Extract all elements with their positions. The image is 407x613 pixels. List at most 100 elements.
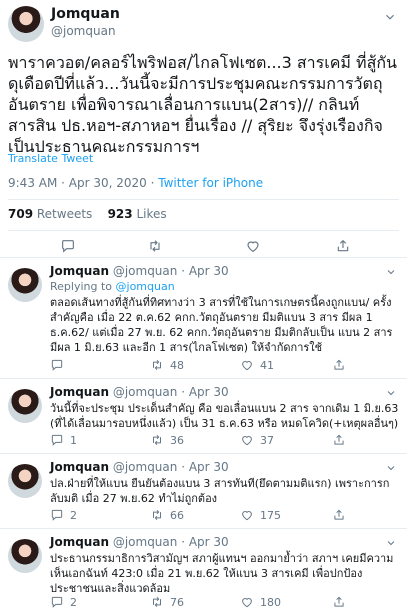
likes-stat[interactable]: 923 Likes: [108, 207, 167, 221]
heart-icon[interactable]: [245, 238, 261, 254]
reply-action[interactable]: [50, 358, 70, 372]
reply-header: Jomquan @jomquan · Apr 30: [50, 460, 229, 474]
share-icon[interactable]: [332, 358, 346, 372]
reply-tweet[interactable]: Jomquan @jomquan · Apr 30 ประธานกรรมาธิก…: [0, 529, 407, 613]
reply-tweet[interactable]: Jomquan @jomquan · Apr 30 วันนี้ที่จะประ…: [0, 379, 407, 454]
reply-action[interactable]: 2: [50, 508, 77, 522]
share-action[interactable]: [332, 595, 346, 609]
tweet-meta: 9:43 AM · Apr 30, 2020 · Twitter for iPh…: [8, 176, 263, 190]
replying-prefix: Replying to: [50, 280, 116, 293]
reply-actions: 2 76 180: [50, 595, 380, 611]
heart-icon[interactable]: [240, 358, 254, 372]
share-action[interactable]: [332, 433, 346, 447]
like-action[interactable]: 180: [240, 595, 281, 609]
like-action[interactable]: 175: [240, 508, 281, 522]
author-name[interactable]: Jomquan: [50, 264, 109, 278]
share-icon[interactable]: [332, 433, 346, 447]
retweet-icon[interactable]: [147, 238, 163, 254]
chevron-down-icon[interactable]: [385, 266, 397, 278]
retweets-label: Retweets: [33, 207, 93, 221]
heart-icon[interactable]: [240, 595, 254, 609]
chevron-down-icon[interactable]: [385, 537, 397, 549]
translate-tweet-link[interactable]: Translate Tweet: [8, 152, 93, 165]
chevron-down-icon[interactable]: [385, 387, 397, 399]
author-handle[interactable]: @jomquan: [51, 24, 116, 38]
reply-icon[interactable]: [50, 433, 64, 447]
reply-actions: 2 66 175: [50, 508, 380, 524]
tweet-date[interactable]: · Apr 30: [181, 460, 228, 474]
main-tweet-actions: [0, 236, 407, 256]
heart-icon[interactable]: [240, 508, 254, 522]
share-icon[interactable]: [332, 508, 346, 522]
tweet-thread: Jomquan @jomquan พาราควอต/คลอร์ไพริฟอส/ไ…: [0, 0, 407, 613]
retweet-action[interactable]: 76: [150, 595, 184, 609]
like-action[interactable]: 41: [240, 358, 274, 372]
reply-icon[interactable]: [50, 358, 64, 372]
replying-to: Replying to @jomquan: [50, 280, 175, 293]
author-name[interactable]: Jomquan: [50, 460, 109, 474]
retweet-action[interactable]: 48: [150, 358, 184, 372]
like-count: 41: [260, 358, 274, 372]
tweet-text: ปล.ฝ่ายที่ให้แบน ยืนยันต้องแบน 3 สารทันท…: [50, 477, 390, 505]
author-handle[interactable]: @jomquan: [113, 535, 178, 549]
tweet-text: วันนี้ที่จะประชุม ประเด็นสำคัญ คือ ขอเลื…: [50, 402, 399, 430]
reply-tweet[interactable]: Jomquan @jomquan · Apr 30 Replying to @j…: [0, 258, 407, 379]
retweet-count: 36: [170, 433, 184, 447]
avatar[interactable]: [8, 539, 42, 573]
retweet-icon[interactable]: [150, 358, 164, 372]
retweet-icon[interactable]: [150, 433, 164, 447]
avatar[interactable]: [8, 6, 44, 42]
reply-tweet[interactable]: Jomquan @jomquan · Apr 30 ปล.ฝ่ายที่ให้แ…: [0, 454, 407, 529]
author-handle[interactable]: @jomquan: [113, 264, 178, 278]
like-count: 175: [260, 508, 281, 522]
author-handle[interactable]: @jomquan: [113, 385, 178, 399]
chevron-down-icon[interactable]: [385, 462, 397, 474]
retweet-count: 76: [170, 595, 184, 609]
reply-icon[interactable]: [50, 595, 64, 609]
reply-count: 2: [70, 508, 77, 522]
retweet-action[interactable]: 36: [150, 433, 184, 447]
tweet-stats: 709 Retweets 923 Likes: [8, 207, 167, 221]
chevron-down-icon[interactable]: [383, 10, 397, 24]
share-icon[interactable]: [335, 238, 351, 254]
reply-header: Jomquan @jomquan · Apr 30: [50, 535, 229, 549]
heart-icon[interactable]: [240, 433, 254, 447]
replying-handle[interactable]: @jomquan: [116, 280, 175, 293]
like-count: 180: [260, 595, 281, 609]
tweet-date[interactable]: · Apr 30: [181, 264, 228, 278]
share-action[interactable]: [332, 358, 346, 372]
author-handle[interactable]: @jomquan: [113, 460, 178, 474]
tweet-source[interactable]: Twitter for iPhone: [158, 176, 263, 190]
reply-actions: 1 36 37: [50, 433, 380, 449]
reply-count: 1: [70, 433, 77, 447]
author-name[interactable]: Jomquan: [50, 385, 109, 399]
reply-action[interactable]: 1: [50, 433, 77, 447]
retweet-count: 66: [170, 508, 184, 522]
retweets-count: 709: [8, 207, 34, 221]
like-count: 37: [260, 433, 274, 447]
tweet-date[interactable]: · Apr 30: [181, 385, 228, 399]
retweet-count: 48: [170, 358, 184, 372]
share-icon[interactable]: [332, 595, 346, 609]
reply-icon[interactable]: [50, 508, 64, 522]
avatar[interactable]: [8, 464, 42, 498]
likes-label: Likes: [132, 207, 167, 221]
tweet-date[interactable]: · Apr 30: [181, 535, 228, 549]
retweet-icon[interactable]: [150, 595, 164, 609]
tweet-text: ประธานกรรมาธิการวิสามัญฯ สภาผู้แทนฯ ออกม…: [50, 552, 394, 595]
retweet-action[interactable]: 66: [150, 508, 184, 522]
reply-count: 2: [70, 595, 77, 609]
share-action[interactable]: [332, 508, 346, 522]
like-action[interactable]: 37: [240, 433, 274, 447]
avatar[interactable]: [8, 268, 42, 302]
reply-actions: 48 41: [50, 358, 380, 374]
retweets-stat[interactable]: 709 Retweets: [8, 207, 92, 221]
tweet-text: ตลอดเส้นทางที่สู้กันที่ทิศทางว่า 3 สารที…: [50, 296, 393, 354]
reply-action[interactable]: 2: [50, 595, 77, 609]
author-name[interactable]: Jomquan: [51, 6, 120, 22]
tweet-timestamp[interactable]: 9:43 AM · Apr 30, 2020 ·: [8, 176, 158, 190]
author-name[interactable]: Jomquan: [50, 535, 109, 549]
reply-icon[interactable]: [60, 238, 76, 254]
avatar[interactable]: [8, 389, 42, 423]
retweet-icon[interactable]: [150, 508, 164, 522]
